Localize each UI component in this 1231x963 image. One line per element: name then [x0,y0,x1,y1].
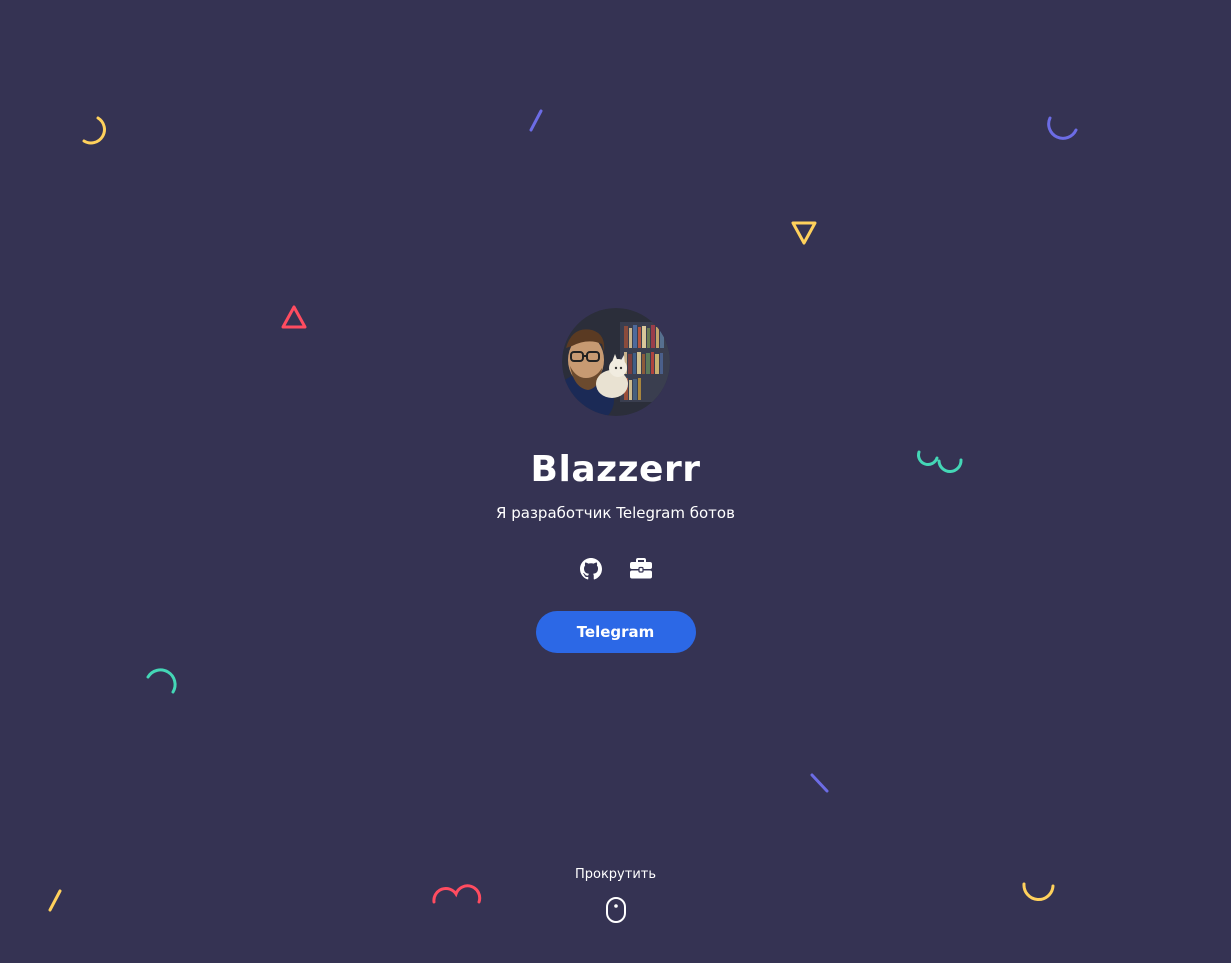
purple-line-shape [529,109,543,132]
social-links [579,557,653,581]
purple-arc-shape [1047,116,1078,140]
briefcase-icon [629,558,652,579]
portfolio-link[interactable] [629,557,653,581]
avatar [561,308,670,416]
mouse-icon [605,897,626,923]
github-link[interactable] [579,557,603,581]
profile-subtitle: Я разработчик Telegram ботов [496,504,735,522]
scroll-indicator[interactable]: Прокрутить [0,864,1231,924]
profile-section: Blazzerr Я разработчик Telegram ботов Te… [0,308,1231,653]
telegram-button[interactable]: Telegram [535,611,696,653]
purple-line-shape-2 [810,773,829,793]
profile-name: Blazzerr [530,449,701,490]
teal-arc-shape [146,668,177,694]
page: Blazzerr Я разработчик Telegram ботов Te… [0,0,1231,963]
yellow-arc-shape [82,116,106,145]
scroll-label: Прокрутить [574,867,657,882]
yellow-triangle-shape [791,221,817,245]
github-icon [579,558,602,580]
